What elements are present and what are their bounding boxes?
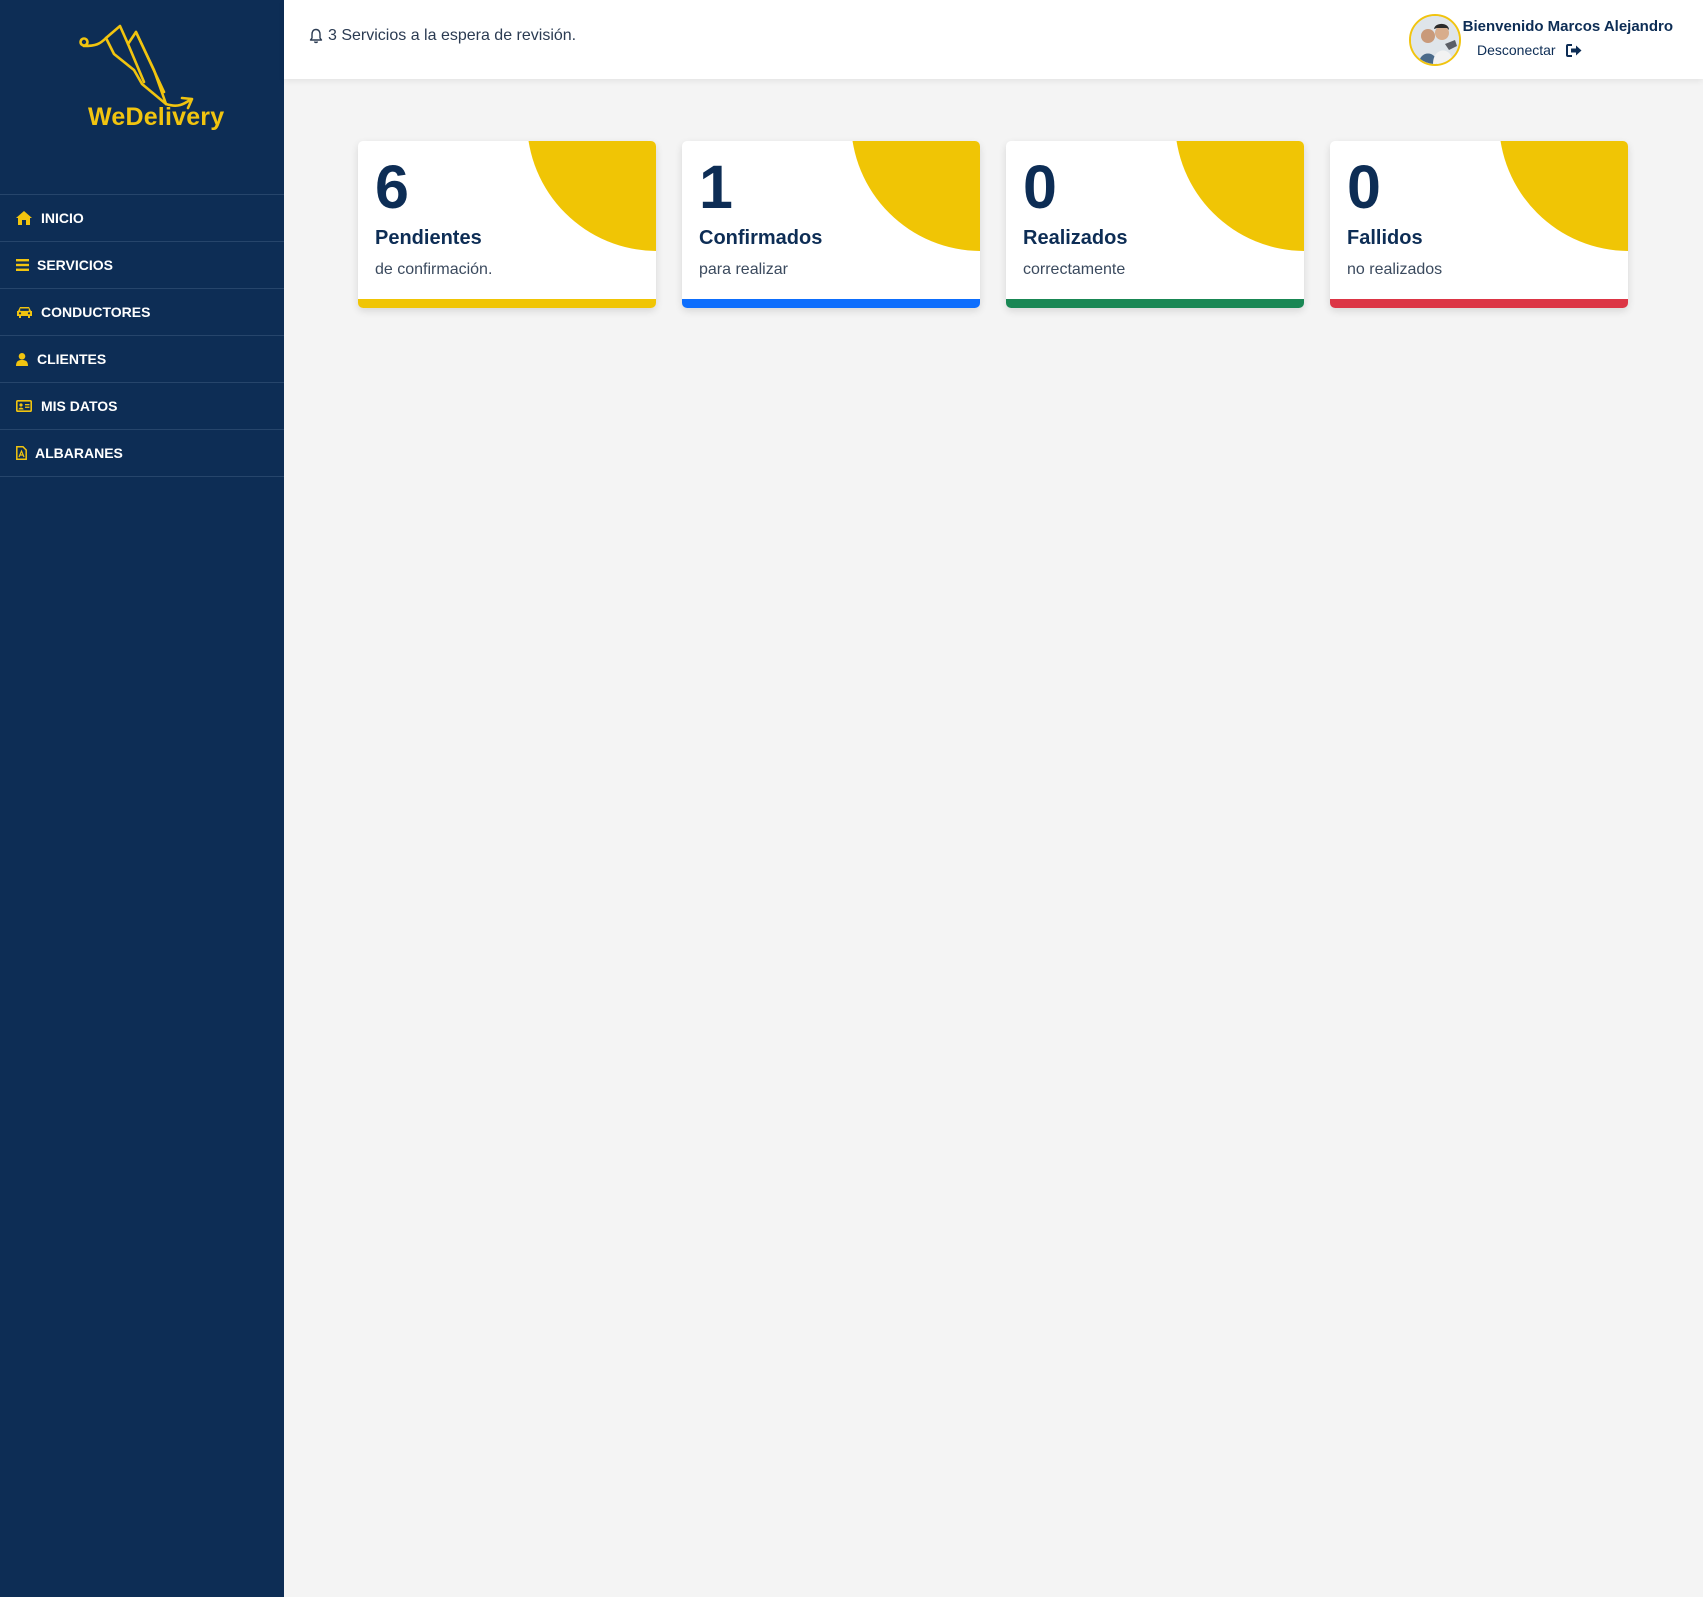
stat-color-bar [682,299,980,308]
sidebar-item-label: INICIO [41,210,84,226]
sidebar-item-albaranes[interactable]: ALBARANES [0,430,284,477]
sidebar-item-label: ALBARANES [35,445,123,461]
card-decoration [1499,141,1628,251]
sidebar-nav: INICIO SERVICIOS CONDUCTORES CLIENTES MI… [0,194,284,477]
sidebar: WeDelivery INICIO SERVICIOS CONDUCTORES … [0,0,284,1597]
sidebar-item-conductores[interactable]: CONDUCTORES [0,289,284,336]
stat-count: 6 [375,153,409,221]
stat-count: 0 [1347,153,1381,221]
car-icon [15,303,33,321]
card-decoration [527,141,656,251]
notification-text: 3 Servicios a la espera de revisión. [328,27,577,44]
stat-card-pendientes[interactable]: 6 Pendientes de confirmación. [358,141,656,308]
notification[interactable]: 3 Servicios a la espera de revisión. [308,27,576,45]
stat-color-bar [1330,299,1628,308]
stat-subtitle: correctamente [1023,261,1126,278]
top-bar: 3 Servicios a la espera de revisión. Bie… [284,0,1703,79]
pdf-file-icon [15,444,27,462]
stat-card-fallidos[interactable]: 0 Fallidos no realizados [1330,141,1628,308]
sidebar-item-mis-datos[interactable]: MIS DATOS [0,383,284,430]
stat-title: Pendientes [375,227,482,249]
sidebar-item-label: MIS DATOS [41,398,118,414]
sidebar-item-clientes[interactable]: CLIENTES [0,336,284,383]
stat-card-realizados[interactable]: 0 Realizados correctamente [1006,141,1304,308]
sidebar-item-label: CLIENTES [37,351,107,367]
card-decoration [1175,141,1304,251]
welcome-text: Bienvenido Marcos Alejandro [1462,18,1673,35]
stat-subtitle: de confirmación. [375,261,493,278]
list-icon [15,256,29,274]
user-icon [15,350,29,368]
logout-label: Desconectar [1477,42,1556,58]
stat-color-bar [1006,299,1304,308]
logout-link[interactable]: Desconectar [1477,42,1582,58]
sidebar-item-servicios[interactable]: SERVICIOS [0,242,284,289]
stat-count: 0 [1023,153,1057,221]
sidebar-item-inicio[interactable]: INICIO [0,195,284,242]
stat-subtitle: no realizados [1347,261,1443,278]
sidebar-item-label: CONDUCTORES [41,304,151,320]
stat-color-bar [358,299,656,308]
stat-count: 1 [699,153,733,221]
brand-logo[interactable]: WeDelivery [0,0,284,194]
home-icon [15,209,33,227]
avatar[interactable] [1409,14,1461,66]
id-card-icon [15,397,33,415]
brand-name: WeDelivery [88,103,225,131]
stat-subtitle: para realizar [699,261,788,278]
stat-title: Confirmados [699,227,823,249]
sidebar-item-label: SERVICIOS [37,257,113,273]
stat-card-confirmados[interactable]: 1 Confirmados para realizar [682,141,980,308]
bell-icon [309,28,323,44]
stat-title: Fallidos [1347,227,1423,249]
card-decoration [851,141,980,251]
sign-out-icon [1565,43,1582,57]
stat-title: Realizados [1023,227,1128,249]
